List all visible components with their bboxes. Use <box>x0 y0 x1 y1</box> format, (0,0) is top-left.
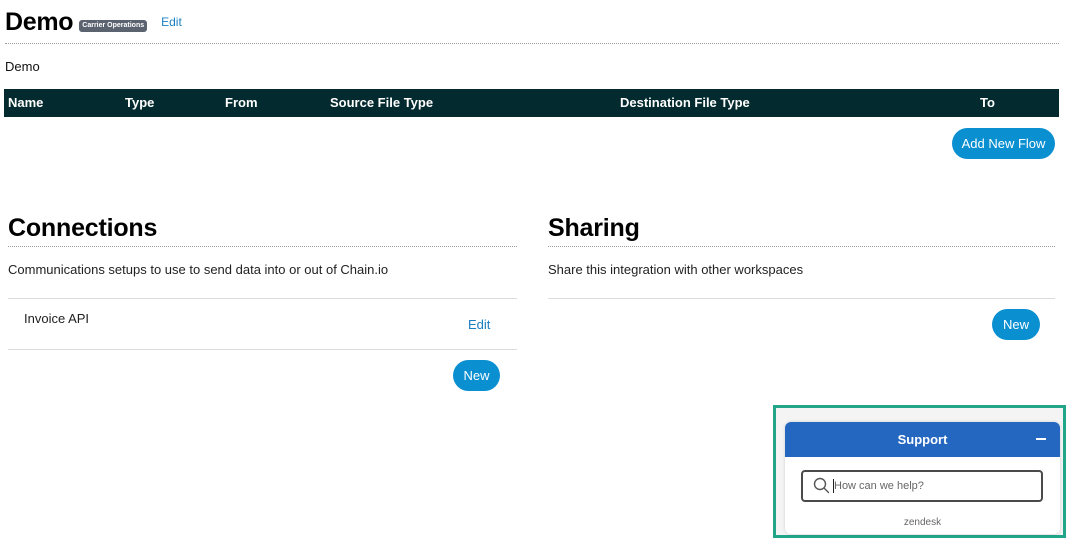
zendesk-branding: zendesk <box>903 517 942 528</box>
connections-list-top-divider <box>8 298 517 299</box>
support-widget: Support zendesk <box>785 422 1060 534</box>
column-header-type: Type <box>125 95 155 110</box>
connections-list-bottom-divider <box>8 349 517 350</box>
support-title: Support <box>897 432 948 447</box>
search-icon <box>813 477 830 494</box>
new-share-button[interactable]: New <box>992 309 1040 340</box>
support-header: Support <box>785 422 1060 457</box>
integration-page: Demo Carrier Operations Edit Demo Name T… <box>0 0 1067 539</box>
sharing-description: Share this integration with other worksp… <box>548 262 804 277</box>
connection-name: Invoice API <box>24 311 90 326</box>
category-badge: Carrier Operations <box>79 20 148 32</box>
connections-description: Communications setups to use to send dat… <box>8 262 389 277</box>
column-header-to: To <box>980 95 995 110</box>
page-title: Demo <box>5 7 74 36</box>
connections-title: Connections <box>8 214 158 242</box>
column-header-destination-file-type: Destination File Type <box>620 95 750 110</box>
title-divider <box>5 43 1059 44</box>
edit-integration-link[interactable]: Edit <box>161 15 182 29</box>
column-header-name: Name <box>8 95 44 110</box>
column-header-source-file-type: Source File Type <box>330 95 434 110</box>
support-search-box[interactable] <box>801 470 1043 502</box>
minimize-icon[interactable] <box>1036 438 1046 440</box>
new-connection-button[interactable]: New <box>453 360 500 391</box>
add-new-flow-button[interactable]: Add New Flow <box>952 128 1055 159</box>
sharing-divider <box>548 298 1055 299</box>
integration-description: Demo <box>5 59 40 74</box>
sharing-title-divider <box>548 246 1055 247</box>
support-search-input[interactable] <box>834 480 1034 492</box>
column-header-from: From <box>225 95 258 110</box>
edit-connection-link[interactable]: Edit <box>468 317 490 332</box>
sharing-title: Sharing <box>548 214 640 242</box>
title-row: Demo Carrier Operations Edit <box>5 4 182 40</box>
support-widget-frame: Support zendesk <box>773 405 1066 538</box>
flows-table-header: Name Type From Source File Type Destinat… <box>4 89 1059 117</box>
connections-title-divider <box>8 246 517 247</box>
